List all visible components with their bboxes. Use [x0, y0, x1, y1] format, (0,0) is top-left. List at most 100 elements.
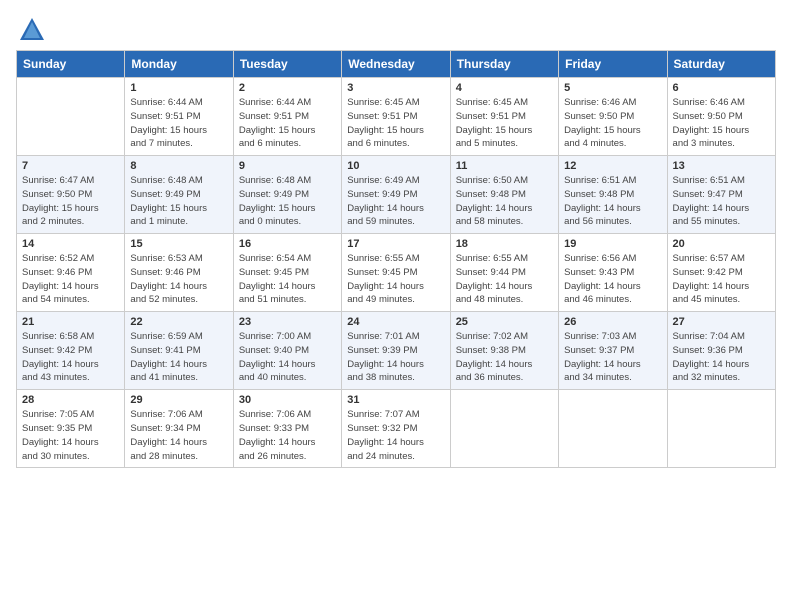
calendar-cell: [450, 390, 558, 468]
day-info: Sunrise: 6:45 AMSunset: 9:51 PMDaylight:…: [456, 96, 553, 151]
day-info: Sunrise: 7:04 AMSunset: 9:36 PMDaylight:…: [673, 330, 770, 385]
day-info: Sunrise: 6:54 AMSunset: 9:45 PMDaylight:…: [239, 252, 336, 307]
calendar-cell: 27 Sunrise: 7:04 AMSunset: 9:36 PMDayligh…: [667, 312, 775, 390]
calendar-cell: 14 Sunrise: 6:52 AMSunset: 9:46 PMDayligh…: [17, 234, 125, 312]
day-number: 11: [456, 160, 553, 172]
calendar-cell: [17, 78, 125, 156]
day-number: 7: [22, 160, 119, 172]
day-info: Sunrise: 6:59 AMSunset: 9:41 PMDaylight:…: [130, 330, 227, 385]
calendar-cell: 8 Sunrise: 6:48 AMSunset: 9:49 PMDaylight…: [125, 156, 233, 234]
day-number: 3: [347, 82, 444, 94]
day-info: Sunrise: 7:05 AMSunset: 9:35 PMDaylight:…: [22, 408, 119, 463]
day-info: Sunrise: 6:50 AMSunset: 9:48 PMDaylight:…: [456, 174, 553, 229]
calendar-cell: 5Sunrise: 6:46 AMSunset: 9:50 PMDaylight…: [559, 78, 667, 156]
day-info: Sunrise: 6:46 AMSunset: 9:50 PMDaylight:…: [564, 96, 661, 151]
day-number: 4: [456, 82, 553, 94]
calendar-cell: 3 Sunrise: 6:45 AMSunset: 9:51 PMDaylight…: [342, 78, 450, 156]
day-info: Sunrise: 6:56 AMSunset: 9:43 PMDaylight:…: [564, 252, 661, 307]
day-info: Sunrise: 6:44 AMSunset: 9:51 PMDaylight:…: [130, 96, 227, 151]
day-number: 18: [456, 238, 553, 250]
day-number: 10: [347, 160, 444, 172]
day-number: 13: [673, 160, 770, 172]
calendar-cell: [559, 390, 667, 468]
day-number: 1: [130, 82, 227, 94]
calendar-cell: 10 Sunrise: 6:49 AMSunset: 9:49 PMDayligh…: [342, 156, 450, 234]
day-number: 2: [239, 82, 336, 94]
day-number: 9: [239, 160, 336, 172]
day-number: 27: [673, 316, 770, 328]
calendar-cell: 11 Sunrise: 6:50 AMSunset: 9:48 PMDayligh…: [450, 156, 558, 234]
calendar-cell: 29 Sunrise: 7:06 AMSunset: 9:34 PMDayligh…: [125, 390, 233, 468]
calendar-cell: 18 Sunrise: 6:55 AMSunset: 9:44 PMDayligh…: [450, 234, 558, 312]
calendar-cell: 21 Sunrise: 6:58 AMSunset: 9:42 PMDayligh…: [17, 312, 125, 390]
day-number: 30: [239, 394, 336, 406]
col-header-monday: Monday: [125, 51, 233, 78]
day-number: 29: [130, 394, 227, 406]
col-header-saturday: Saturday: [667, 51, 775, 78]
col-header-sunday: Sunday: [17, 51, 125, 78]
col-header-tuesday: Tuesday: [233, 51, 341, 78]
day-info: Sunrise: 6:55 AMSunset: 9:45 PMDaylight:…: [347, 252, 444, 307]
day-number: 14: [22, 238, 119, 250]
calendar-cell: 31 Sunrise: 7:07 AMSunset: 9:32 PMDayligh…: [342, 390, 450, 468]
day-info: Sunrise: 7:02 AMSunset: 9:38 PMDaylight:…: [456, 330, 553, 385]
logo: [16, 16, 46, 44]
day-info: Sunrise: 7:03 AMSunset: 9:37 PMDaylight:…: [564, 330, 661, 385]
day-info: Sunrise: 6:44 AMSunset: 9:51 PMDaylight:…: [239, 96, 336, 151]
day-number: 12: [564, 160, 661, 172]
day-number: 21: [22, 316, 119, 328]
calendar-cell: 17 Sunrise: 6:55 AMSunset: 9:45 PMDayligh…: [342, 234, 450, 312]
calendar-cell: 1 Sunrise: 6:44 AMSunset: 9:51 PMDaylight…: [125, 78, 233, 156]
day-info: Sunrise: 6:57 AMSunset: 9:42 PMDaylight:…: [673, 252, 770, 307]
day-number: 19: [564, 238, 661, 250]
calendar-cell: 12 Sunrise: 6:51 AMSunset: 9:48 PMDayligh…: [559, 156, 667, 234]
day-number: 31: [347, 394, 444, 406]
day-info: Sunrise: 6:55 AMSunset: 9:44 PMDaylight:…: [456, 252, 553, 307]
day-info: Sunrise: 7:06 AMSunset: 9:33 PMDaylight:…: [239, 408, 336, 463]
col-header-wednesday: Wednesday: [342, 51, 450, 78]
col-header-friday: Friday: [559, 51, 667, 78]
calendar-cell: 26 Sunrise: 7:03 AMSunset: 9:37 PMDayligh…: [559, 312, 667, 390]
day-number: 23: [239, 316, 336, 328]
logo-icon: [18, 16, 46, 44]
calendar-cell: 2 Sunrise: 6:44 AMSunset: 9:51 PMDaylight…: [233, 78, 341, 156]
col-header-thursday: Thursday: [450, 51, 558, 78]
day-info: Sunrise: 6:47 AMSunset: 9:50 PMDaylight:…: [22, 174, 119, 229]
day-number: 8: [130, 160, 227, 172]
day-number: 6: [673, 82, 770, 94]
calendar-cell: 9 Sunrise: 6:48 AMSunset: 9:49 PMDaylight…: [233, 156, 341, 234]
calendar-cell: 28Sunrise: 7:05 AMSunset: 9:35 PMDayligh…: [17, 390, 125, 468]
day-info: Sunrise: 6:58 AMSunset: 9:42 PMDaylight:…: [22, 330, 119, 385]
day-number: 25: [456, 316, 553, 328]
header: [16, 16, 776, 44]
day-number: 17: [347, 238, 444, 250]
calendar-table: SundayMondayTuesdayWednesdayThursdayFrid…: [16, 50, 776, 468]
calendar-cell: 13Sunrise: 6:51 AMSunset: 9:47 PMDayligh…: [667, 156, 775, 234]
day-info: Sunrise: 6:46 AMSunset: 9:50 PMDaylight:…: [673, 96, 770, 151]
day-info: Sunrise: 6:48 AMSunset: 9:49 PMDaylight:…: [239, 174, 336, 229]
calendar-cell: 4 Sunrise: 6:45 AMSunset: 9:51 PMDaylight…: [450, 78, 558, 156]
calendar-cell: 25 Sunrise: 7:02 AMSunset: 9:38 PMDayligh…: [450, 312, 558, 390]
day-info: Sunrise: 6:51 AMSunset: 9:48 PMDaylight:…: [564, 174, 661, 229]
day-number: 15: [130, 238, 227, 250]
day-info: Sunrise: 6:52 AMSunset: 9:46 PMDaylight:…: [22, 252, 119, 307]
day-number: 16: [239, 238, 336, 250]
calendar-cell: 16 Sunrise: 6:54 AMSunset: 9:45 PMDayligh…: [233, 234, 341, 312]
calendar-cell: 7 Sunrise: 6:47 AMSunset: 9:50 PMDaylight…: [17, 156, 125, 234]
day-info: Sunrise: 6:48 AMSunset: 9:49 PMDaylight:…: [130, 174, 227, 229]
day-info: Sunrise: 6:49 AMSunset: 9:49 PMDaylight:…: [347, 174, 444, 229]
calendar-cell: 20Sunrise: 6:57 AMSunset: 9:42 PMDayligh…: [667, 234, 775, 312]
calendar-cell: 6 Sunrise: 6:46 AMSunset: 9:50 PMDaylight…: [667, 78, 775, 156]
day-info: Sunrise: 7:00 AMSunset: 9:40 PMDaylight:…: [239, 330, 336, 385]
day-number: 22: [130, 316, 227, 328]
day-number: 24: [347, 316, 444, 328]
day-number: 26: [564, 316, 661, 328]
calendar-cell: 23 Sunrise: 7:00 AMSunset: 9:40 PMDayligh…: [233, 312, 341, 390]
calendar-cell: 30 Sunrise: 7:06 AMSunset: 9:33 PMDayligh…: [233, 390, 341, 468]
calendar-cell: [667, 390, 775, 468]
day-info: Sunrise: 7:07 AMSunset: 9:32 PMDaylight:…: [347, 408, 444, 463]
day-info: Sunrise: 7:06 AMSunset: 9:34 PMDaylight:…: [130, 408, 227, 463]
calendar-cell: 24 Sunrise: 7:01 AMSunset: 9:39 PMDayligh…: [342, 312, 450, 390]
day-info: Sunrise: 7:01 AMSunset: 9:39 PMDaylight:…: [347, 330, 444, 385]
day-info: Sunrise: 6:45 AMSunset: 9:51 PMDaylight:…: [347, 96, 444, 151]
